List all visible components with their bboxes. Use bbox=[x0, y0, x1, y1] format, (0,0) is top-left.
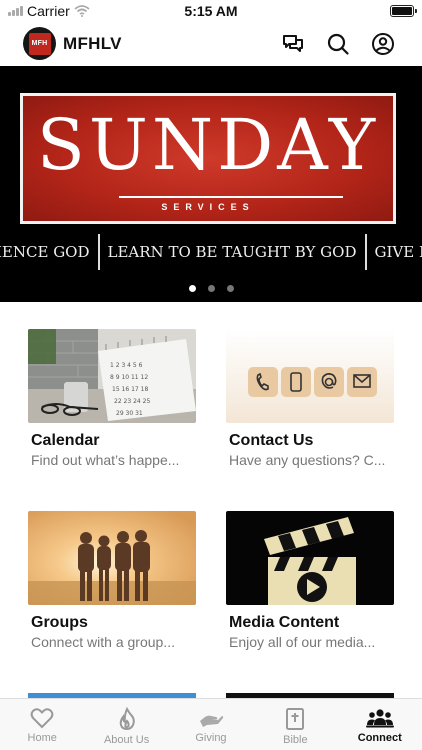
card-title: Contact Us bbox=[229, 432, 314, 449]
card-calendar[interactable]: 1 2 3 4 5 6 8 9 10 11 12 15 16 17 18 22 … bbox=[28, 329, 196, 468]
heart-icon bbox=[30, 708, 54, 729]
svg-text:22 23 24 25: 22 23 24 25 bbox=[114, 398, 150, 405]
card-description: Connect with a group... bbox=[31, 634, 175, 650]
card-title: Media Content bbox=[229, 614, 340, 631]
bottom-tab-bar: Home About Us Giving Bible Connect bbox=[0, 698, 422, 750]
bible-icon bbox=[286, 708, 305, 730]
banner-ticker: IENCE GOD LEARN TO BE TAUGHT BY GOD GIVE… bbox=[0, 234, 422, 270]
tab-giving[interactable]: Giving bbox=[169, 699, 253, 750]
tab-connect[interactable]: Connect bbox=[338, 699, 422, 750]
search-icon[interactable] bbox=[325, 31, 351, 57]
banner-subtitle: SERVICES bbox=[161, 202, 255, 212]
status-bar: Carrier 5:15 AM bbox=[0, 0, 422, 22]
sunday-services-slide[interactable]: SUNDAY SERVICES bbox=[20, 93, 396, 224]
carousel-dot[interactable] bbox=[207, 285, 215, 292]
ticker-item: IENCE GOD bbox=[0, 243, 90, 261]
tab-label: About Us bbox=[103, 734, 150, 746]
ticker-separator bbox=[364, 234, 367, 270]
tab-label: Giving bbox=[195, 732, 227, 744]
calendar-image: 1 2 3 4 5 6 8 9 10 11 12 15 16 17 18 22 … bbox=[28, 329, 196, 423]
ticker-item: LEARN TO BE TAUGHT BY GOD bbox=[107, 243, 357, 261]
carousel-dot[interactable] bbox=[188, 285, 196, 292]
carousel-dot[interactable] bbox=[226, 285, 234, 292]
battery-icon bbox=[390, 5, 417, 17]
battery-fill bbox=[392, 7, 412, 15]
svg-text:29 30 31: 29 30 31 bbox=[116, 410, 143, 417]
people-icon bbox=[365, 709, 394, 728]
banner-divider bbox=[119, 196, 343, 198]
card-contact-us[interactable]: Contact Us Have any questions? C... bbox=[226, 329, 394, 468]
app-header: MFH MFHLV bbox=[0, 22, 422, 66]
carousel-pagination[interactable] bbox=[0, 285, 422, 292]
status-time: 5:15 AM bbox=[184, 3, 238, 19]
card-title: Calendar bbox=[31, 432, 100, 449]
tab-label: Bible bbox=[283, 734, 308, 746]
hero-banner[interactable]: SUNDAY SERVICES IENCE GOD LEARN TO BE TA… bbox=[0, 66, 422, 302]
card-groups[interactable]: Groups Connect with a group... bbox=[28, 511, 196, 650]
svg-text:15 16 17 18: 15 16 17 18 bbox=[112, 386, 148, 393]
card-description: Have any questions? C... bbox=[229, 452, 386, 468]
app-title: MFHLV bbox=[63, 34, 122, 53]
account-icon[interactable] bbox=[370, 31, 396, 57]
tab-bible[interactable]: Bible bbox=[253, 699, 337, 750]
banner-title: SUNDAY bbox=[36, 104, 380, 186]
card-title: Groups bbox=[31, 614, 88, 631]
contact-image bbox=[226, 329, 394, 423]
flame-icon bbox=[119, 707, 135, 731]
card-description: Enjoy all of our media... bbox=[229, 634, 376, 650]
church-logo[interactable]: MFH bbox=[23, 27, 56, 60]
tab-about-us[interactable]: About Us bbox=[84, 699, 168, 750]
logo-mark: MFH bbox=[28, 32, 51, 55]
card-media-content[interactable]: Media Content Enjoy all of our media... bbox=[226, 511, 394, 650]
media-image bbox=[226, 511, 394, 605]
tab-home[interactable]: Home bbox=[0, 699, 84, 750]
ticker-separator bbox=[97, 234, 100, 270]
svg-text:1 2 3 4 5 6: 1 2 3 4 5 6 bbox=[110, 362, 143, 369]
tab-label: Home bbox=[27, 732, 57, 744]
ticker-item: GIVE BACK T bbox=[374, 243, 422, 261]
card-description: Find out what’s happe... bbox=[31, 452, 180, 468]
groups-image bbox=[28, 511, 196, 605]
svg-text:8 9 10 11 12: 8 9 10 11 12 bbox=[110, 374, 148, 381]
tab-label: Connect bbox=[357, 732, 402, 744]
hand-icon bbox=[199, 715, 224, 727]
chat-icon[interactable] bbox=[280, 31, 306, 57]
